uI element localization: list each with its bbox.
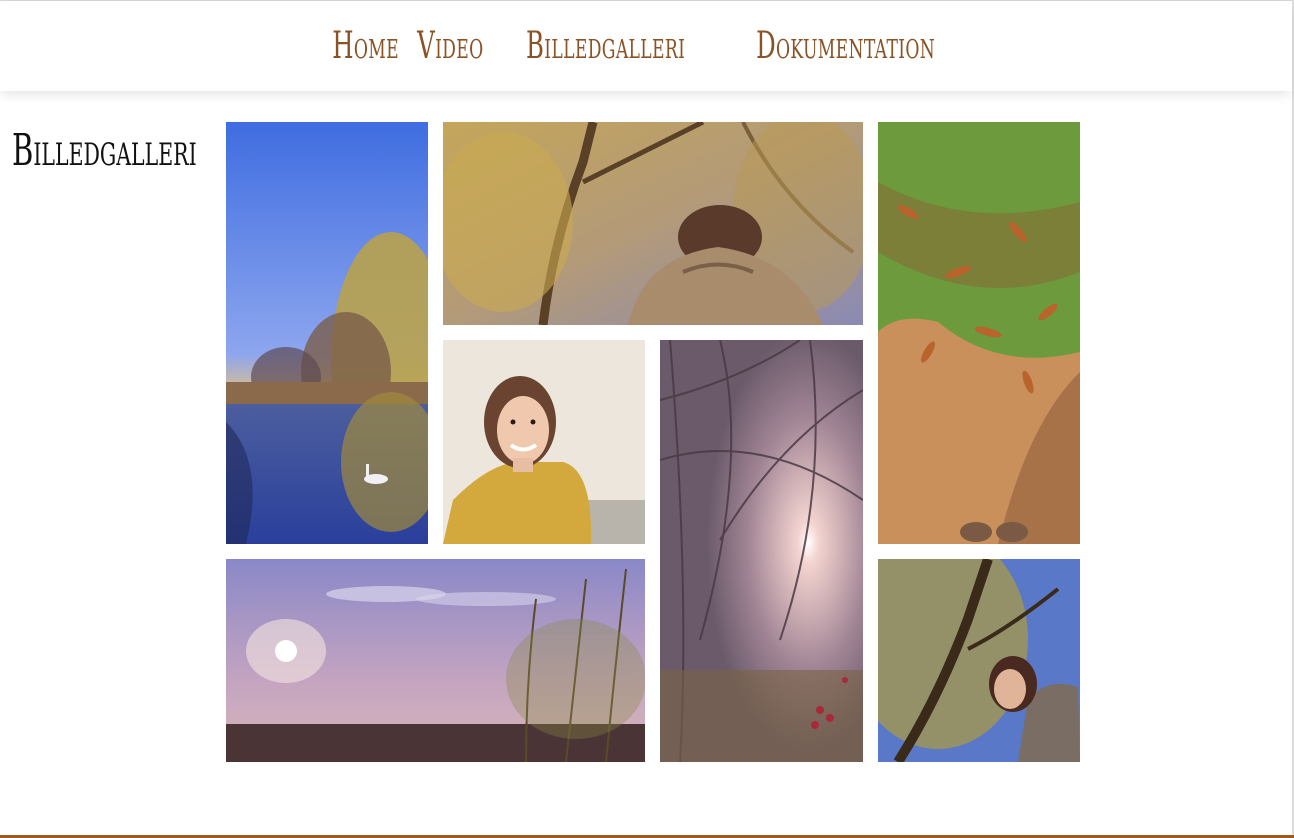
nav-link-dokumentation[interactable]: Dokumentation (756, 24, 935, 67)
top-navigation-bar: Home Video Billedgalleri Dokumentation (0, 1, 1292, 91)
main-menu: Home Video Billedgalleri Dokumentation (332, 24, 957, 67)
nav-link-billedgalleri[interactable]: Billedgalleri (526, 24, 685, 67)
page-title: Billedgalleri (12, 125, 197, 176)
gallery-photo-lake-swan[interactable] (226, 122, 428, 544)
gallery-photo-person-willow[interactable] (443, 122, 863, 325)
gallery-photo-sun-branches[interactable] (660, 340, 863, 762)
gallery-photo-portrait[interactable] (443, 340, 645, 544)
gallery-photo-autumn-leaves[interactable] (878, 122, 1080, 544)
gallery-photo-person-tree[interactable] (878, 559, 1080, 762)
gallery-photo-sunset[interactable] (226, 559, 645, 762)
nav-link-home[interactable]: Home (332, 24, 399, 67)
nav-link-video[interactable]: Video (417, 24, 483, 67)
